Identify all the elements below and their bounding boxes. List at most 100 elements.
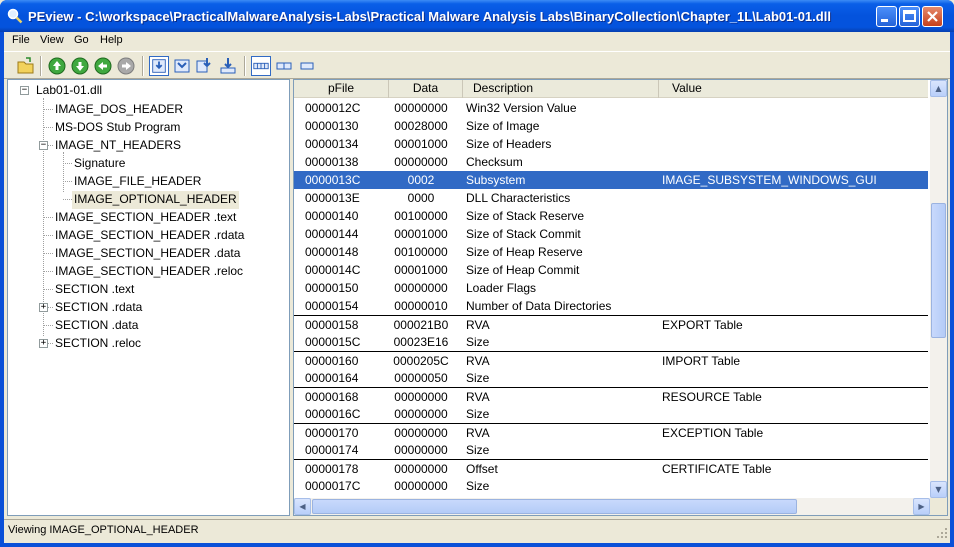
back-icon[interactable]	[93, 56, 113, 76]
forward-icon[interactable]	[116, 56, 136, 76]
tree-root[interactable]: Lab01-01.dll	[34, 82, 104, 100]
cell-description: Size	[466, 479, 490, 493]
column-header-description[interactable]: Description	[463, 80, 659, 98]
cell-pfile: 0000016C	[305, 407, 361, 421]
cell-description: Size	[466, 443, 490, 457]
vertical-scrollbar[interactable]: ▲ ▼	[930, 80, 947, 498]
table-row[interactable]: 00000140 00100000 Size of Stack Reserve	[294, 207, 928, 225]
cell-data: 00000000	[394, 426, 448, 440]
cell-description: Size of Heap Commit	[466, 263, 580, 277]
tree-item[interactable]: IMAGE_SECTION_HEADER .reloc	[53, 263, 245, 281]
view-narrow-icon[interactable]	[297, 56, 317, 76]
detail-list[interactable]: pFile Data Description Value 0000012C 000…	[293, 79, 948, 516]
view-byte-icon[interactable]	[149, 56, 169, 76]
table-row[interactable]: 00000148 00100000 Size of Heap Reserve	[294, 243, 928, 261]
column-header-data[interactable]: Data	[389, 80, 463, 98]
tree-item[interactable]: IMAGE_NT_HEADERS	[53, 137, 183, 155]
cell-description: Loader Flags	[466, 281, 537, 295]
cell-pfile: 00000154	[305, 299, 359, 313]
cell-data: 00000050	[394, 371, 448, 385]
tree-item[interactable]: IMAGE_SECTION_HEADER .text	[53, 209, 238, 227]
menu-go[interactable]: Go	[74, 34, 89, 46]
table-row[interactable]: 00000178 00000000 Offset CERTIFICATE Table	[294, 459, 928, 477]
title-bar[interactable]: PEview - C:\workspace\PracticalMalwareAn…	[0, 0, 954, 32]
table-row[interactable]: 00000174 00000000 Size	[294, 441, 928, 459]
menu-help[interactable]: Help	[100, 34, 123, 46]
scroll-left-button[interactable]: ◀	[294, 498, 311, 515]
tree-guide-line	[43, 109, 53, 110]
tree-item[interactable]: SECTION .rdata	[53, 299, 144, 317]
table-row[interactable]: 0000013E 0000 DLL Characteristics	[294, 189, 928, 207]
cell-data: 00000010	[394, 299, 448, 313]
view-dword-icon[interactable]	[195, 56, 215, 76]
scroll-corner	[930, 498, 947, 515]
tree-item[interactable]: Signature	[72, 155, 127, 173]
cell-data: 00000000	[394, 443, 448, 457]
window-title: PEview - C:\workspace\PracticalMalwareAn…	[28, 9, 831, 24]
tree-item[interactable]: MS-DOS Stub Program	[53, 119, 182, 137]
view-hex-icon[interactable]	[251, 56, 271, 76]
horizontal-scroll-thumb[interactable]	[312, 499, 797, 514]
close-icon	[927, 11, 938, 22]
scroll-up-button[interactable]: ▲	[930, 80, 947, 97]
cell-description: Size	[466, 407, 490, 421]
scroll-right-button[interactable]: ▶	[913, 498, 930, 515]
table-row[interactable]: 00000144 00001000 Size of Stack Commit	[294, 225, 928, 243]
table-row[interactable]: 00000138 00000000 Checksum	[294, 153, 928, 171]
column-header-value[interactable]: Value	[659, 80, 928, 98]
close-button[interactable]	[922, 6, 943, 27]
cell-description: Checksum	[466, 155, 523, 169]
tree-item[interactable]: IMAGE_OPTIONAL_HEADER	[72, 191, 239, 209]
table-row[interactable]: 00000154 00000010 Number of Data Directori…	[294, 297, 928, 315]
tree-item[interactable]: SECTION .reloc	[53, 335, 143, 353]
table-row[interactable]: 0000017C 00000000 Size	[294, 477, 928, 495]
column-header-pfile[interactable]: pFile	[294, 80, 389, 98]
table-row[interactable]: 0000013C 0002 Subsystem IMAGE_SUBSYSTEM_WIN…	[294, 171, 928, 189]
table-row[interactable]: 00000170 00000000 RVA EXCEPTION Table	[294, 423, 928, 441]
vertical-scroll-thumb[interactable]	[931, 203, 946, 338]
resize-grip-icon[interactable]	[936, 527, 948, 539]
tree-view[interactable]: − Lab01-01.dll IMAGE_DOS_HEADER MS-DOS St…	[7, 79, 290, 516]
cell-description: Offset	[466, 462, 498, 476]
tree-item[interactable]: SECTION .data	[53, 317, 140, 335]
table-row[interactable]: 00000160 0000205C RVA IMPORT Table	[294, 351, 928, 369]
tree-item[interactable]: IMAGE_SECTION_HEADER .data	[53, 245, 242, 263]
tree-item[interactable]: IMAGE_SECTION_HEADER .rdata	[53, 227, 246, 245]
cell-data: 00000000	[394, 479, 448, 493]
collapse-root-icon[interactable]: −	[20, 86, 29, 95]
table-row[interactable]: 00000130 00028000 Size of Image	[294, 117, 928, 135]
horizontal-scrollbar[interactable]: ◀ ▶	[294, 498, 930, 515]
tree-item[interactable]: IMAGE_FILE_HEADER	[72, 173, 203, 191]
scroll-down-button[interactable]: ▼	[930, 481, 947, 498]
table-row[interactable]: 00000158 000021B0 RVA EXPORT Table	[294, 315, 928, 333]
cell-description: Size of Heap Reserve	[466, 245, 583, 259]
cell-description: RVA	[466, 390, 490, 404]
expand-node-icon[interactable]: +	[39, 339, 48, 348]
collapse-node-icon[interactable]: −	[39, 141, 48, 150]
table-row[interactable]: 0000014C 00001000 Size of Heap Commit	[294, 261, 928, 279]
table-row[interactable]: 0000016C 00000000 Size	[294, 405, 928, 423]
menu-bar: File View Go Help	[4, 32, 950, 50]
menu-view[interactable]: View	[40, 34, 64, 46]
view-wide-icon[interactable]	[274, 56, 294, 76]
table-row[interactable]: 00000134 00001000 Size of Headers	[294, 135, 928, 153]
tree-item[interactable]: IMAGE_DOS_HEADER	[53, 101, 185, 119]
cell-data: 00001000	[394, 263, 448, 277]
tree-item[interactable]: SECTION .text	[53, 281, 136, 299]
expand-node-icon[interactable]: +	[39, 303, 48, 312]
table-row[interactable]: 0000015C 00023E16 Size	[294, 333, 928, 351]
up-icon[interactable]	[47, 56, 67, 76]
table-row[interactable]: 0000012C 00000000 Win32 Version Value	[294, 99, 928, 117]
status-text: Viewing IMAGE_OPTIONAL_HEADER	[8, 524, 199, 536]
menu-file[interactable]: File	[12, 34, 30, 46]
open-icon[interactable]	[16, 56, 36, 76]
cell-pfile: 0000012C	[305, 101, 361, 115]
table-row[interactable]: 00000150 00000000 Loader Flags	[294, 279, 928, 297]
minimize-button[interactable]	[876, 6, 897, 27]
table-row[interactable]: 00000168 00000000 RVA RESOURCE Table	[294, 387, 928, 405]
view-qword-icon[interactable]	[218, 56, 238, 76]
maximize-button[interactable]	[899, 6, 920, 27]
table-row[interactable]: 00000164 00000050 Size	[294, 369, 928, 387]
down-icon[interactable]	[70, 56, 90, 76]
view-word-icon[interactable]	[172, 56, 192, 76]
